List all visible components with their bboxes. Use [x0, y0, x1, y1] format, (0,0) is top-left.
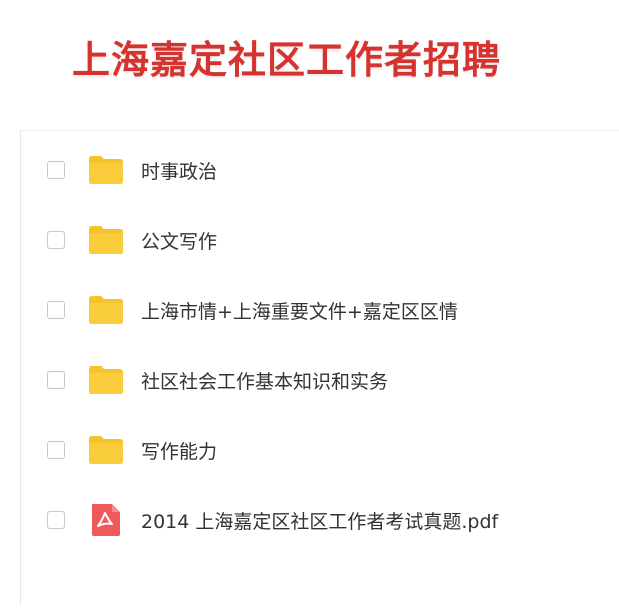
file-row-folder[interactable]: 时事政治: [21, 135, 619, 205]
file-row-folder[interactable]: 写作能力: [21, 415, 619, 485]
row-checkbox[interactable]: [47, 371, 65, 389]
banner: 上海嘉定社区工作者招聘: [0, 0, 619, 118]
folder-icon: [88, 435, 124, 465]
file-name[interactable]: 公文写作: [141, 227, 217, 254]
file-list: 时事政治 公文写作 上海市情+上海重要文件+嘉定区区情 社区社会工作基本知识和实…: [20, 130, 619, 606]
file-row-folder[interactable]: 公文写作: [21, 205, 619, 275]
banner-title: 上海嘉定社区工作者招聘: [72, 38, 502, 82]
file-name[interactable]: 时事政治: [141, 157, 217, 184]
row-checkbox[interactable]: [47, 161, 65, 179]
folder-icon: [88, 225, 124, 255]
row-checkbox[interactable]: [47, 441, 65, 459]
pdf-icon: [88, 504, 124, 536]
file-name[interactable]: 上海市情+上海重要文件+嘉定区区情: [141, 297, 458, 324]
folder-icon: [88, 155, 124, 185]
file-name[interactable]: 社区社会工作基本知识和实务: [141, 367, 388, 394]
row-checkbox[interactable]: [47, 301, 65, 319]
file-name[interactable]: 写作能力: [141, 437, 217, 464]
row-checkbox[interactable]: [47, 231, 65, 249]
folder-icon: [88, 295, 124, 325]
folder-icon: [88, 365, 124, 395]
file-name[interactable]: 2014 上海嘉定区社区工作者考试真题.pdf: [141, 507, 498, 534]
row-checkbox[interactable]: [47, 511, 65, 529]
file-row-folder[interactable]: 上海市情+上海重要文件+嘉定区区情: [21, 275, 619, 345]
file-row-pdf[interactable]: 2014 上海嘉定区社区工作者考试真题.pdf: [21, 485, 619, 555]
file-row-folder[interactable]: 社区社会工作基本知识和实务: [21, 345, 619, 415]
